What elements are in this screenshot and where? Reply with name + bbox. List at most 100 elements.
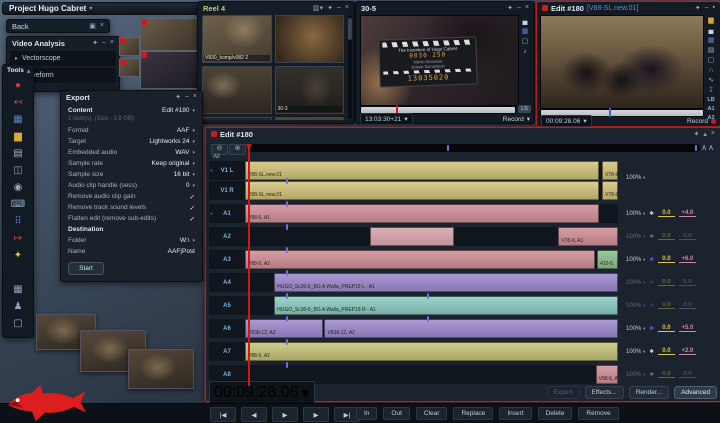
record-mode-selector[interactable]: Record▾: [503, 115, 530, 123]
rack-back-panel[interactable]: Back ▣×: [6, 19, 110, 33]
export-button[interactable]: Export: [547, 386, 580, 399]
import-icon[interactable]: ↤: [9, 96, 27, 110]
track-header-a2[interactable]: A2: [209, 227, 245, 246]
minimize-icon[interactable]: ‒: [102, 39, 106, 47]
keyboard-icon[interactable]: ▤: [9, 147, 27, 161]
view-mode-icon[interactable]: ▥▾: [313, 4, 323, 12]
close-icon[interactable]: ×: [525, 4, 529, 12]
timeline-clip[interactable]: V88-SL.new.01: [245, 181, 599, 200]
collapse-icon[interactable]: ▴: [703, 130, 707, 138]
sync-icon[interactable]: ↧: [708, 87, 714, 95]
minimize-icon[interactable]: ‒: [185, 93, 189, 101]
render-button[interactable]: Render...: [629, 386, 669, 399]
remove-button[interactable]: Remove: [578, 407, 618, 420]
timeline-clip[interactable]: V78-9, A1: [558, 227, 618, 246]
bin-scrollbar[interactable]: [348, 16, 352, 119]
track-opacity[interactable]: 100% ▾: [626, 257, 645, 263]
timeline-title[interactable]: Edit #180: [220, 130, 253, 139]
timeline-clip[interactable]: HUGO_Sc30-6_BG A Walla_PREP19 L - A1: [274, 273, 618, 292]
content-value[interactable]: Edit #180: [162, 107, 189, 114]
track-header-a4[interactable]: A4: [209, 273, 245, 292]
track-trim[interactable]: +5.0: [679, 325, 696, 332]
track-opacity[interactable]: 100% ▾: [626, 326, 645, 332]
bin-clip-tile[interactable]: [202, 66, 272, 114]
track-meter-icon[interactable]: ✱: [649, 257, 654, 263]
settings-icon[interactable]: ✦: [175, 93, 181, 101]
track-gain[interactable]: 0.0: [658, 256, 675, 263]
record-mode-selector[interactable]: Record: [687, 118, 716, 125]
project-title[interactable]: Project Hugo Cabret: [9, 4, 86, 13]
track-trim[interactable]: 0.0: [679, 371, 696, 378]
track-trim[interactable]: +6.0: [679, 256, 696, 263]
setting-value[interactable]: 0: [186, 182, 190, 189]
track-header-v1l[interactable]: »V1 L: [209, 161, 245, 180]
timeline-timecode[interactable]: 00:09:28.06▾: [209, 381, 315, 405]
setting-value[interactable]: Keep original: [152, 160, 190, 167]
checkbox-checked[interactable]: ✓: [190, 204, 195, 212]
bin-clip-tile[interactable]: 30-5: [202, 117, 272, 120]
setting-value[interactable]: Lightworks 24: [149, 138, 189, 145]
export-icon[interactable]: ↦: [9, 232, 27, 246]
track-opacity[interactable]: 100% ▾: [626, 211, 645, 217]
settings-icon[interactable]: ✦: [694, 130, 700, 138]
out-button[interactable]: Out: [383, 407, 409, 420]
stacked-viewer-thumbnail[interactable]: [119, 58, 140, 77]
minimize-icon[interactable]: ‒: [705, 4, 709, 12]
edit-video-frame[interactable]: [540, 15, 704, 109]
track-meter-icon[interactable]: ✱: [649, 372, 654, 378]
track-header-a3[interactable]: A3: [209, 250, 245, 269]
keys-icon[interactable]: ⌨: [9, 198, 27, 212]
replace-button[interactable]: Replace: [453, 407, 493, 420]
in-button[interactable]: In: [356, 407, 377, 420]
timeline-playhead[interactable]: [248, 144, 250, 386]
timeline-clip[interactable]: 410-5: [597, 250, 618, 269]
advanced-button[interactable]: Advanced: [674, 386, 717, 399]
track-meter-icon[interactable]: ✱: [649, 326, 654, 332]
folder-icon[interactable]: ▆: [708, 17, 713, 25]
timeline-clip[interactable]: V88-SL.new.01: [245, 161, 599, 180]
viewer-side-label[interactable]: A1: [707, 106, 714, 113]
timeline-clip[interactable]: V78-9: [602, 181, 618, 200]
start-export-button[interactable]: Start: [68, 262, 104, 275]
folders-icon[interactable]: ▄: [523, 18, 528, 26]
timeline-clip[interactable]: V88-5, A2: [245, 250, 595, 269]
track-opacity[interactable]: 100% ▾: [626, 234, 645, 240]
minimize-icon[interactable]: ‒: [337, 4, 341, 12]
ls-button[interactable]: LS: [518, 105, 531, 113]
viewer-title[interactable]: Edit #180: [551, 4, 584, 13]
name-value[interactable]: AAF|Post: [168, 248, 195, 255]
waveform-icon[interactable]: ∿: [708, 77, 714, 85]
scrollbar-thumb[interactable]: [348, 18, 352, 40]
track-trim[interactable]: 0.0: [679, 233, 696, 240]
settings-icon[interactable]: ✦: [92, 39, 98, 47]
bin-title[interactable]: Reel 4: [203, 4, 225, 13]
settings-icon[interactable]: ✦: [507, 4, 513, 12]
viewer-title[interactable]: 30-5: [361, 4, 376, 13]
track-opacity[interactable]: 100% ▾: [626, 280, 645, 286]
zoom-scope-label[interactable]: All: [213, 154, 220, 160]
zoom-in-icon[interactable]: ⊕: [229, 144, 246, 155]
setting-value[interactable]: WAV: [175, 149, 189, 156]
close-icon[interactable]: ×: [711, 130, 715, 138]
step-back-button[interactable]: ◀: [241, 407, 267, 422]
source-video-frame[interactable]: The Invention of Hugo Cabret 0030 250 Ma…: [360, 15, 519, 106]
setting-value[interactable]: AAF: [177, 127, 190, 134]
tiles-icon[interactable]: ▦: [708, 37, 715, 45]
favorites-icon[interactable]: ✦: [9, 249, 27, 263]
track-gain[interactable]: 0.0: [658, 210, 675, 217]
window-icon[interactable]: ▣: [89, 22, 96, 30]
floating-clip-thumbnail[interactable]: [128, 349, 194, 389]
bin-clip-tile[interactable]: [275, 117, 345, 120]
archive-icon[interactable]: ◫: [9, 164, 27, 178]
tiles-icon[interactable]: ▦: [522, 28, 529, 36]
lock-icon[interactable]: ▪: [713, 4, 715, 12]
checkbox-checked[interactable]: ✓: [190, 193, 195, 201]
track-opacity[interactable]: 100% ▾: [626, 175, 645, 181]
track-trim[interactable]: +4.0: [679, 210, 696, 217]
viewer-side-label[interactable]: LB: [707, 97, 714, 104]
tiles-icon[interactable]: ⠿: [9, 215, 27, 229]
track-gain[interactable]: 0.0: [658, 302, 675, 309]
track-gain[interactable]: 0.0: [658, 348, 675, 355]
clear-button[interactable]: Clear: [416, 407, 448, 420]
track-header-a7[interactable]: A7: [209, 342, 245, 361]
